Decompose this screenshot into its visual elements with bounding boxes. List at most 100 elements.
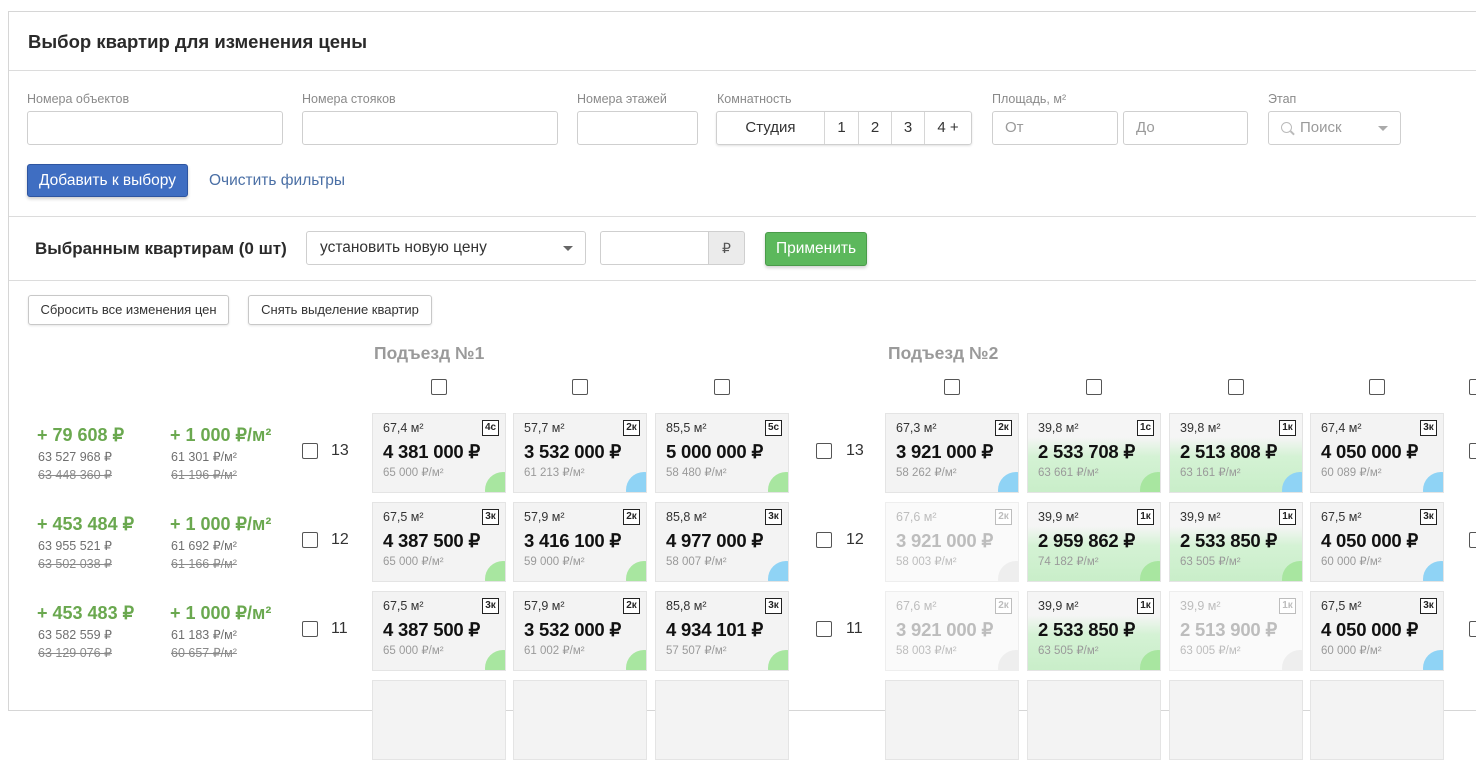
objects-input[interactable] [27,111,283,145]
floor-checkbox[interactable] [302,532,318,548]
apartment-type-badge: 2к [623,598,640,614]
apartment-card[interactable]: 67,4 м² 3к 4 050 000 ₽ 60 089 ₽/м² [1310,413,1444,493]
apartment-card[interactable]: 85,5 м² 5с 5 000 000 ₽ 58 480 ₽/м² [655,413,789,493]
apartment-card[interactable]: 67,6 м² 2к 3 921 000 ₽ 58 003 ₽/м² [885,502,1019,582]
apartment-card[interactable]: 67,4 м² 4с 4 381 000 ₽ 65 000 ₽/м² [372,413,506,493]
apartment-card[interactable] [655,680,789,760]
bulk-action-value: установить новую цену [320,239,487,256]
apartment-type-badge: 1к [1137,509,1154,525]
apartment-price-per-m2: 65 000 ₽/м² [383,467,444,479]
status-corner [1282,561,1302,581]
floor-sum-delta: + 453 484 ₽ [37,514,135,534]
reset-prices-button[interactable]: Сбросить все изменения цен [28,295,229,325]
apartment-card[interactable]: 57,7 м² 2к 3 532 000 ₽ 61 213 ₽/м² [513,413,647,493]
floor-checkbox[interactable] [1469,621,1476,637]
column-checkbox[interactable] [1086,379,1102,395]
column-checkbox[interactable] [572,379,588,395]
column-checkbox[interactable] [1228,379,1244,395]
apartment-card[interactable]: 85,8 м² 3к 4 977 000 ₽ 58 007 ₽/м² [655,502,789,582]
apartment-card[interactable]: 39,8 м² 1к 2 513 808 ₽ 63 161 ₽/м² [1169,413,1303,493]
risers-label: Номера стояков [302,92,396,106]
price-input[interactable] [600,231,709,265]
apartment-price-per-m2: 60 089 ₽/м² [1321,467,1382,479]
apartment-price: 2 513 808 ₽ [1180,441,1278,462]
apartment-card[interactable] [1027,680,1161,760]
status-corner [626,561,646,581]
deselect-button[interactable]: Снять выделение квартир [248,295,432,325]
add-to-selection-button[interactable]: Добавить к выбору [27,164,188,197]
apartment-price-per-m2: 63 005 ₽/м² [1180,645,1241,657]
area-to-input[interactable]: До [1123,111,1248,145]
floor-sqm-new: 61 301 ₽/м² [171,450,237,464]
apply-button[interactable]: Применить [765,232,867,266]
status-corner [626,472,646,492]
apartment-price-per-m2: 63 505 ₽/м² [1180,556,1241,568]
floor-checkbox[interactable] [816,443,832,459]
apartment-card[interactable] [1310,680,1444,760]
status-corner [485,650,505,670]
floor-checkbox[interactable] [816,532,832,548]
apartment-type-badge: 3к [482,509,499,525]
room-option-4plus[interactable]: 4 + [925,112,971,144]
area-label: Площадь, м² [992,92,1067,106]
apartment-card[interactable]: 39,9 м² 1к 2 533 850 ₽ 63 505 ₽/м² [1027,591,1161,671]
apartment-price: 3 921 000 ₽ [896,441,994,462]
floor-checkbox[interactable] [816,621,832,637]
status-corner [768,650,788,670]
room-option-2[interactable]: 2 [859,112,892,144]
bulk-label: Выбранным квартирам (0 шт) [35,239,287,258]
floor-checkbox[interactable] [302,443,318,459]
floor-checkbox[interactable] [302,621,318,637]
floor-sqm-delta: + 1 000 ₽/м² [170,603,272,623]
column-checkbox[interactable] [714,379,730,395]
apartment-card[interactable]: 85,8 м² 3к 4 934 101 ₽ 57 507 ₽/м² [655,591,789,671]
apartment-card[interactable]: 67,5 м² 3к 4 387 500 ₽ 65 000 ₽/м² [372,591,506,671]
divider [9,280,1476,281]
room-option-1[interactable]: 1 [825,112,859,144]
column-checkbox[interactable] [1369,379,1385,395]
apartment-card[interactable]: 39,9 м² 1к 2 533 850 ₽ 63 505 ₽/м² [1169,502,1303,582]
apartment-price-per-m2: 61 213 ₽/м² [524,467,585,479]
apartment-price: 4 381 000 ₽ [383,441,481,462]
apartment-type-badge: 3к [482,598,499,614]
apartment-price-per-m2: 63 161 ₽/м² [1180,467,1241,479]
floor-checkbox[interactable] [1469,443,1476,459]
apartment-card[interactable] [372,680,506,760]
currency-addon: ₽ [708,231,745,265]
apartment-area: 67,6 м² [896,510,937,524]
apartment-price: 3 532 000 ₽ [524,619,622,640]
apartment-card[interactable]: 67,3 м² 2к 3 921 000 ₽ 58 262 ₽/м² [885,413,1019,493]
column-checkbox[interactable] [431,379,447,395]
column-checkbox[interactable] [944,379,960,395]
risers-input[interactable] [302,111,558,145]
apartment-price-per-m2: 59 000 ₽/м² [524,556,585,568]
apartment-price: 3 921 000 ₽ [896,619,994,640]
room-option-3[interactable]: 3 [892,112,925,144]
apartment-card[interactable]: 57,9 м² 2к 3 532 000 ₽ 61 002 ₽/м² [513,591,647,671]
apartment-card[interactable] [1169,680,1303,760]
apartment-card[interactable]: 67,5 м² 3к 4 050 000 ₽ 60 000 ₽/м² [1310,591,1444,671]
apartment-card[interactable]: 67,5 м² 3к 4 050 000 ₽ 60 000 ₽/м² [1310,502,1444,582]
apartment-card[interactable]: 57,9 м² 2к 3 416 100 ₽ 59 000 ₽/м² [513,502,647,582]
apartment-price-per-m2: 61 002 ₽/м² [524,645,585,657]
stage-select[interactable]: Поиск [1268,111,1401,145]
bulk-action-select[interactable]: установить новую цену [306,231,586,265]
price-change-panel: Выбор квартир для изменения цены Номера … [8,11,1476,760]
apartment-card[interactable]: 39,8 м² 1с 2 533 708 ₽ 63 661 ₽/м² [1027,413,1161,493]
apartment-card[interactable]: 67,6 м² 2к 3 921 000 ₽ 58 003 ₽/м² [885,591,1019,671]
area-from-input[interactable]: От [992,111,1118,145]
apartment-area: 57,9 м² [524,599,565,613]
floors-input[interactable] [577,111,698,145]
apartment-card[interactable] [513,680,647,760]
status-corner [485,472,505,492]
apartment-card[interactable] [885,680,1019,760]
column-checkbox[interactable] [1469,379,1476,395]
status-corner [626,650,646,670]
room-option-studio[interactable]: Студия [717,112,825,144]
clear-filters-link[interactable]: Очистить фильтры [209,172,345,190]
apartment-card[interactable]: 67,5 м² 3к 4 387 500 ₽ 65 000 ₽/м² [372,502,506,582]
apartment-card[interactable]: 39,9 м² 1к 2 959 862 ₽ 74 182 ₽/м² [1027,502,1161,582]
floor-checkbox[interactable] [1469,532,1476,548]
floor-sqm-old: 61 196 ₽/м² [171,468,237,482]
apartment-card[interactable]: 39,9 м² 1к 2 513 900 ₽ 63 005 ₽/м² [1169,591,1303,671]
